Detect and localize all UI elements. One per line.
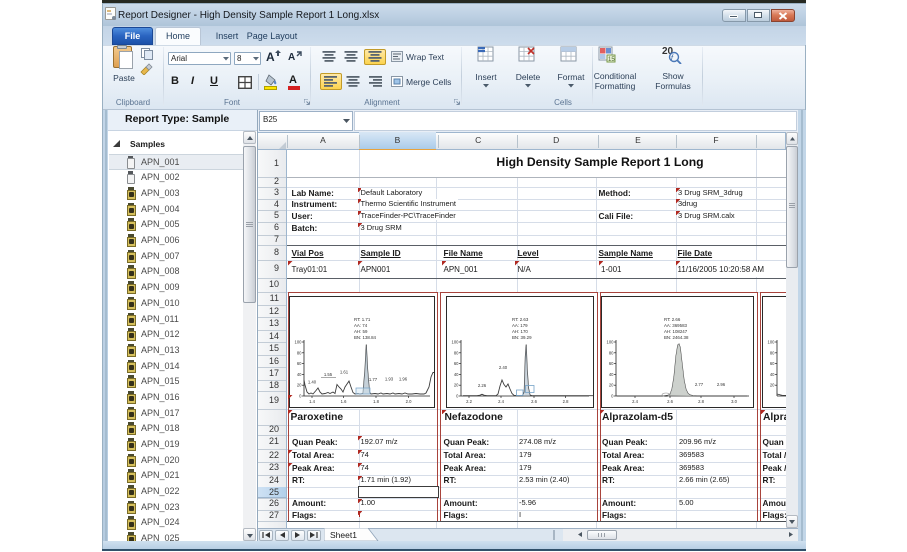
svg-text:2.4: 2.4 bbox=[632, 399, 638, 404]
svg-text:AH: 170: AH: 170 bbox=[512, 329, 528, 334]
svg-text:AH: 108247: AH: 108247 bbox=[664, 329, 688, 334]
svg-text:1.4: 1.4 bbox=[309, 399, 315, 404]
svg-text:1.61: 1.61 bbox=[340, 370, 349, 375]
svg-text:2.8: 2.8 bbox=[562, 399, 568, 404]
svg-text:1.96: 1.96 bbox=[399, 377, 408, 382]
svg-text:100: 100 bbox=[768, 340, 776, 345]
svg-text:AH: 59: AH: 59 bbox=[354, 329, 368, 334]
svg-text:2.8: 2.8 bbox=[698, 399, 704, 404]
svg-text:100: 100 bbox=[295, 340, 303, 345]
svg-text:RT: 2.63: RT: 2.63 bbox=[512, 317, 529, 322]
svg-text:20: 20 bbox=[609, 383, 614, 388]
svg-text:AA: 179: AA: 179 bbox=[512, 323, 528, 328]
svg-text:1.55: 1.55 bbox=[324, 372, 333, 377]
svg-text:2.26: 2.26 bbox=[477, 383, 486, 388]
svg-text:1.8: 1.8 bbox=[373, 399, 379, 404]
svg-text:BN: 138.84: BN: 138.84 bbox=[354, 335, 377, 340]
svg-text:80: 80 bbox=[453, 350, 458, 355]
svg-text:0: 0 bbox=[299, 394, 302, 399]
svg-text:0: 0 bbox=[456, 394, 459, 399]
svg-text:2.2: 2.2 bbox=[466, 399, 472, 404]
svg-text:1.6: 1.6 bbox=[341, 399, 347, 404]
svg-text:1.93: 1.93 bbox=[385, 377, 394, 382]
svg-text:40: 40 bbox=[453, 372, 458, 377]
svg-text:80: 80 bbox=[297, 350, 302, 355]
svg-text:2.0: 2.0 bbox=[406, 399, 412, 404]
svg-text:2.40: 2.40 bbox=[498, 365, 507, 370]
svg-text:60: 60 bbox=[453, 361, 458, 366]
svg-text:20: 20 bbox=[297, 383, 302, 388]
svg-text:2.4: 2.4 bbox=[498, 399, 504, 404]
svg-text:AA: 74: AA: 74 bbox=[354, 323, 368, 328]
svg-text:15: 15 bbox=[608, 57, 615, 63]
svg-text:BN: 39.29: BN: 39.29 bbox=[512, 335, 532, 340]
svg-text:2.96: 2.96 bbox=[717, 382, 726, 387]
svg-text:20: 20 bbox=[770, 383, 775, 388]
svg-text:80: 80 bbox=[770, 350, 775, 355]
svg-text:3.0: 3.0 bbox=[731, 399, 737, 404]
svg-text:RT: 1.71: RT: 1.71 bbox=[354, 317, 371, 322]
svg-text:1.77: 1.77 bbox=[369, 377, 378, 382]
svg-text:20: 20 bbox=[453, 383, 458, 388]
svg-text:RT: 2.66: RT: 2.66 bbox=[664, 317, 681, 322]
svg-text:80: 80 bbox=[609, 350, 614, 355]
svg-text:40: 40 bbox=[297, 372, 302, 377]
svg-text:100: 100 bbox=[607, 340, 615, 345]
svg-text:2.6: 2.6 bbox=[531, 399, 537, 404]
svg-text:60: 60 bbox=[297, 361, 302, 366]
svg-text:AA: 369583: AA: 369583 bbox=[664, 323, 688, 328]
svg-text:2.6: 2.6 bbox=[667, 399, 673, 404]
svg-text:2.77: 2.77 bbox=[695, 382, 704, 387]
svg-text:60: 60 bbox=[609, 361, 614, 366]
svg-text:1.40: 1.40 bbox=[308, 380, 317, 385]
svg-text:40: 40 bbox=[770, 372, 775, 377]
svg-text:0: 0 bbox=[611, 394, 614, 399]
svg-text:100: 100 bbox=[451, 340, 459, 345]
svg-text:BN: 2464.38: BN: 2464.38 bbox=[664, 335, 689, 340]
svg-text:60: 60 bbox=[770, 361, 775, 366]
svg-text:40: 40 bbox=[609, 372, 614, 377]
